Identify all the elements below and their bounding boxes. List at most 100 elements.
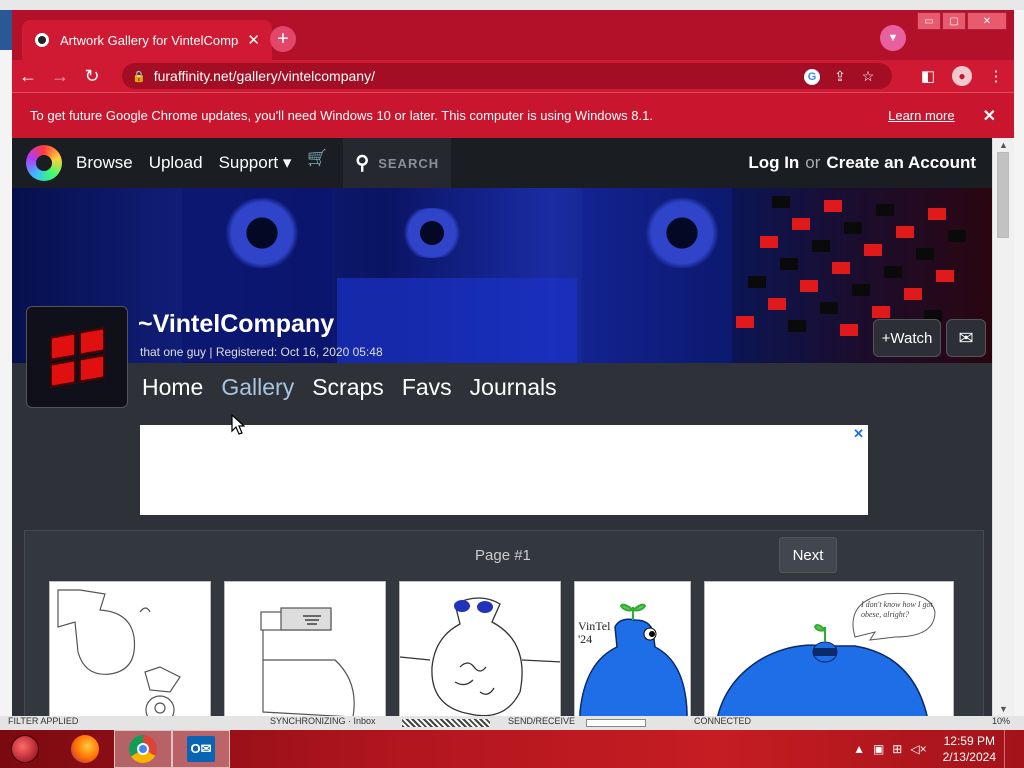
- profile-status: that one guy | Registered: Oct 16, 2020 …: [140, 345, 383, 359]
- filter-status: FILTER APPLIED: [8, 716, 79, 726]
- tab-scraps[interactable]: Scraps: [312, 374, 384, 401]
- blue-character-thumbnail-4: [579, 603, 688, 716]
- banner-checker-square: [768, 298, 786, 310]
- taskbar-firefox[interactable]: [56, 730, 114, 768]
- browser-tab[interactable]: Artwork Gallery for VintelCompany ✕: [22, 20, 272, 60]
- banner-checker-square: [760, 236, 778, 248]
- browser-toolbar: ← → ↻ 🔒 furaffinity.net/gallery/vintelco…: [12, 60, 1014, 92]
- taskbar-outlook[interactable]: O✉: [172, 730, 230, 768]
- tab-strip: Artwork Gallery for VintelCompany ✕ + ▼ …: [12, 10, 1014, 60]
- nav-browse-link[interactable]: Browse: [76, 153, 133, 173]
- new-tab-button[interactable]: +: [270, 26, 296, 52]
- search-placeholder: SEARCH: [378, 155, 440, 171]
- volume-icon[interactable]: ◁×: [910, 742, 926, 756]
- gallery-thumbnail[interactable]: I don't know how I got obese, alright?: [704, 581, 954, 716]
- tray-device-icon[interactable]: ▣: [873, 742, 884, 756]
- search-icon: ⚲: [355, 152, 371, 174]
- create-account-link[interactable]: Create an Account: [826, 153, 976, 173]
- banner-checker-square: [916, 248, 934, 260]
- gallery-thumbnail[interactable]: [49, 581, 211, 716]
- tray-overflow-icon[interactable]: ▲: [853, 742, 865, 756]
- banner-checker-square: [896, 226, 914, 238]
- or-text: or: [805, 153, 821, 172]
- gallery-thumbnail[interactable]: [399, 581, 561, 716]
- user-avatar[interactable]: [26, 306, 128, 408]
- tab-close-icon[interactable]: ✕: [247, 31, 260, 49]
- banner-eye: [392, 208, 472, 258]
- start-button[interactable]: [0, 730, 50, 768]
- ad-close-icon[interactable]: ✕: [853, 426, 864, 442]
- banner-checker-square: [748, 276, 766, 288]
- ad-banner[interactable]: ✕: [140, 425, 868, 515]
- url-text: furaffinity.net/gallery/vintelcompany/: [153, 68, 375, 84]
- desktop-left-edge: [0, 10, 12, 730]
- taskbar-chrome[interactable]: [114, 730, 172, 768]
- firefox-icon: [71, 735, 99, 763]
- mouse-cursor-icon: [231, 414, 245, 435]
- show-desktop-button[interactable]: [1004, 730, 1012, 768]
- update-infobar: To get future Google Chrome updates, you…: [12, 92, 1014, 138]
- network-icon[interactable]: ⊞: [892, 742, 902, 756]
- banner-checker-square: [820, 302, 838, 314]
- scroll-up-arrow-icon[interactable]: ▲: [999, 140, 1008, 150]
- search-field[interactable]: ⚲ SEARCH: [343, 138, 452, 188]
- page-scrollbar[interactable]: ▲ ▼: [992, 138, 1014, 716]
- bookmark-star-icon[interactable]: ☆: [854, 68, 882, 85]
- outlook-icon: O✉: [187, 736, 215, 762]
- start-orb-icon: [11, 735, 39, 763]
- gallery-thumbnail[interactable]: [224, 581, 386, 716]
- profile-icon[interactable]: ●: [948, 66, 976, 86]
- next-page-button[interactable]: Next: [779, 537, 837, 573]
- cart-icon[interactable]: 🛒: [307, 148, 327, 168]
- login-link[interactable]: Log In: [748, 153, 799, 173]
- furaffinity-logo-icon[interactable]: [26, 145, 62, 181]
- banner-eye: [212, 198, 312, 268]
- page-label: Page #1: [475, 547, 531, 564]
- send-progress-bar: [586, 719, 646, 727]
- back-arrow-icon[interactable]: ←: [12, 60, 44, 92]
- nav-upload-link[interactable]: Upload: [149, 153, 203, 173]
- google-lens-icon[interactable]: G: [798, 67, 826, 85]
- window-maximize-button[interactable]: ▢: [942, 12, 966, 30]
- banner-checker-square: [844, 222, 862, 234]
- banner-checker-square: [872, 306, 890, 318]
- tab-journals[interactable]: Journals: [470, 374, 557, 401]
- menu-kebab-icon[interactable]: ⋮: [982, 67, 1010, 85]
- learn-more-link[interactable]: Learn more: [888, 108, 954, 123]
- side-panel-icon[interactable]: ◧: [914, 67, 942, 85]
- system-tray: ▲ ▣ ⊞ ◁× 12:59 PM 2/13/2024: [853, 730, 1024, 768]
- scroll-down-arrow-icon[interactable]: ▼: [999, 704, 1008, 714]
- clock-date: 2/13/2024: [942, 750, 996, 764]
- zoom-level: 10%: [992, 716, 1011, 726]
- banner-eye: [632, 198, 732, 268]
- gallery-thumbnail[interactable]: VinTel '24: [574, 581, 691, 716]
- scroll-thumb[interactable]: [997, 152, 1009, 238]
- tab-gallery[interactable]: Gallery: [221, 374, 294, 401]
- outlook-status-bar: FILTER APPLIED SYNCHRONIZING · Inbox SEN…: [0, 716, 1024, 730]
- tab-search-chevron-icon[interactable]: ▼: [880, 25, 906, 51]
- watch-button[interactable]: +Watch: [873, 319, 941, 357]
- banner-checker-square: [948, 230, 966, 242]
- share-icon[interactable]: ⇪: [826, 68, 854, 85]
- banner-checker-square: [876, 204, 894, 216]
- banner-checker-square: [800, 280, 818, 292]
- address-bar[interactable]: 🔒 furaffinity.net/gallery/vintelcompany/…: [122, 63, 892, 89]
- chrome-icon: [129, 735, 157, 763]
- tab-home[interactable]: Home: [142, 374, 203, 401]
- toolbar-right-group: ◧ ● ⋮: [914, 60, 1010, 92]
- taskbar-clock[interactable]: 12:59 PM 2/13/2024: [943, 733, 996, 765]
- window-close-button[interactable]: ✕: [967, 12, 1007, 30]
- window-minimize-button[interactable]: ▭: [917, 12, 941, 30]
- mail-icon[interactable]: ✉: [946, 319, 986, 357]
- banner-checker-square: [904, 288, 922, 300]
- tab-favs[interactable]: Favs: [402, 374, 452, 401]
- forward-arrow-icon[interactable]: →: [44, 60, 76, 92]
- site-navbar: Browse Upload Support ▾ 🛒 ⚲ SEARCH Log I…: [12, 138, 992, 188]
- nav-support-dropdown[interactable]: Support ▾: [219, 153, 292, 173]
- banner-checker-square: [772, 196, 790, 208]
- background-app-strip: [0, 10, 12, 50]
- reload-icon[interactable]: ↻: [76, 60, 108, 92]
- infobar-close-icon[interactable]: ✕: [983, 106, 996, 126]
- sync-progress-bar: [402, 719, 490, 727]
- banner-checker-square: [788, 320, 806, 332]
